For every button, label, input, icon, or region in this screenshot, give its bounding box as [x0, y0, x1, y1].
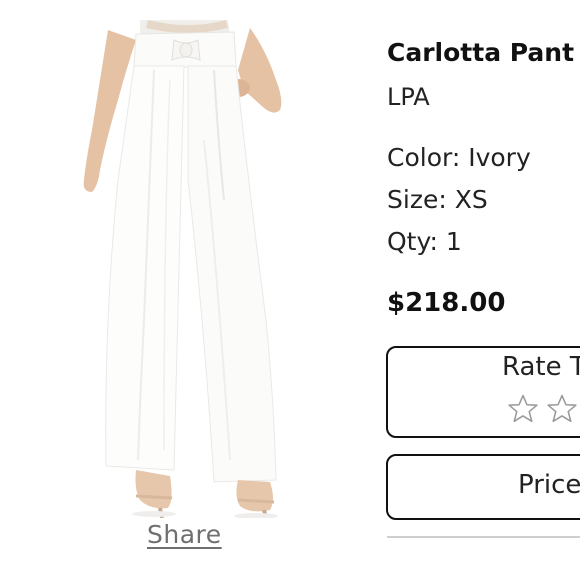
price-button[interactable]: Price: [386, 454, 580, 520]
product-image[interactable]: [78, 20, 298, 518]
product-photo-illustration: [83, 20, 282, 518]
star-outline-icon[interactable]: [545, 392, 579, 426]
product-page: Share Carlotta Pant LPA Color: Ivory Siz…: [0, 0, 580, 580]
rate-label: Rate T: [502, 352, 580, 382]
product-size: Size: XS: [387, 185, 488, 214]
star-outline-icon[interactable]: [506, 392, 540, 426]
product-brand: LPA: [387, 83, 430, 111]
product-color: Color: Ivory: [387, 143, 531, 172]
divider: [387, 536, 580, 538]
share-link[interactable]: Share: [147, 520, 222, 549]
product-price: $218.00: [387, 288, 506, 318]
product-qty: Qty: 1: [387, 227, 462, 256]
rate-panel: Rate T: [386, 346, 580, 438]
price-button-label: Price: [518, 470, 580, 500]
star-rating[interactable]: [506, 392, 580, 426]
product-name[interactable]: Carlotta Pant: [387, 38, 574, 67]
product-details: Carlotta Pant LPA Color: Ivory Size: XS …: [386, 0, 580, 580]
